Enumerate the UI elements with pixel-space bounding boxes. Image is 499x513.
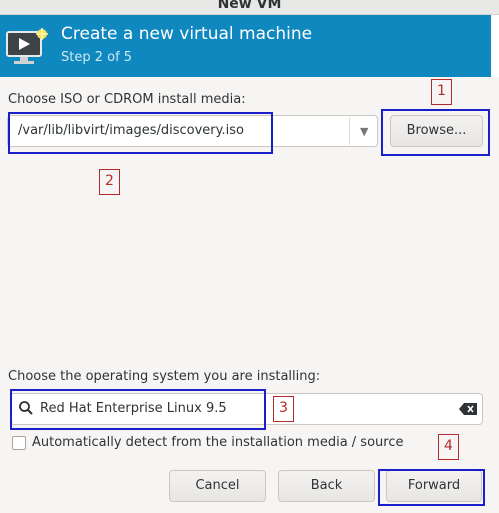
install-media-label: Choose ISO or CDROM install media: (8, 92, 246, 107)
header-edge (491, 15, 499, 77)
header-title: Create a new virtual machine (61, 24, 313, 44)
annotation-number-2: 2 (99, 169, 120, 195)
annotation-number-1: 1 (431, 79, 452, 105)
annotation-number-4: 4 (438, 434, 459, 460)
header-step: Step 2 of 5 (61, 50, 133, 65)
back-button[interactable]: Back (278, 470, 375, 502)
auto-detect-checkbox[interactable] (12, 436, 26, 450)
annotation-box-1 (381, 109, 490, 156)
virtual-machine-icon (6, 28, 48, 64)
os-label: Choose the operating system you are inst… (8, 369, 321, 384)
annotation-number-3: 3 (273, 396, 294, 422)
chevron-down-icon[interactable]: ▼ (360, 125, 368, 138)
window-title: New VM (217, 0, 282, 12)
window-titlebar: New VM (0, 0, 499, 15)
wizard-header: Create a new virtual machine Step 2 of 5 (0, 15, 491, 77)
auto-detect-label[interactable]: Automatically detect from the installati… (32, 435, 403, 450)
annotation-box-3 (10, 389, 266, 430)
cancel-button[interactable]: Cancel (169, 470, 266, 502)
annotation-box-2 (8, 112, 273, 154)
annotation-box-4 (378, 469, 485, 506)
clear-icon[interactable] (459, 403, 477, 415)
combo-separator (349, 117, 350, 145)
